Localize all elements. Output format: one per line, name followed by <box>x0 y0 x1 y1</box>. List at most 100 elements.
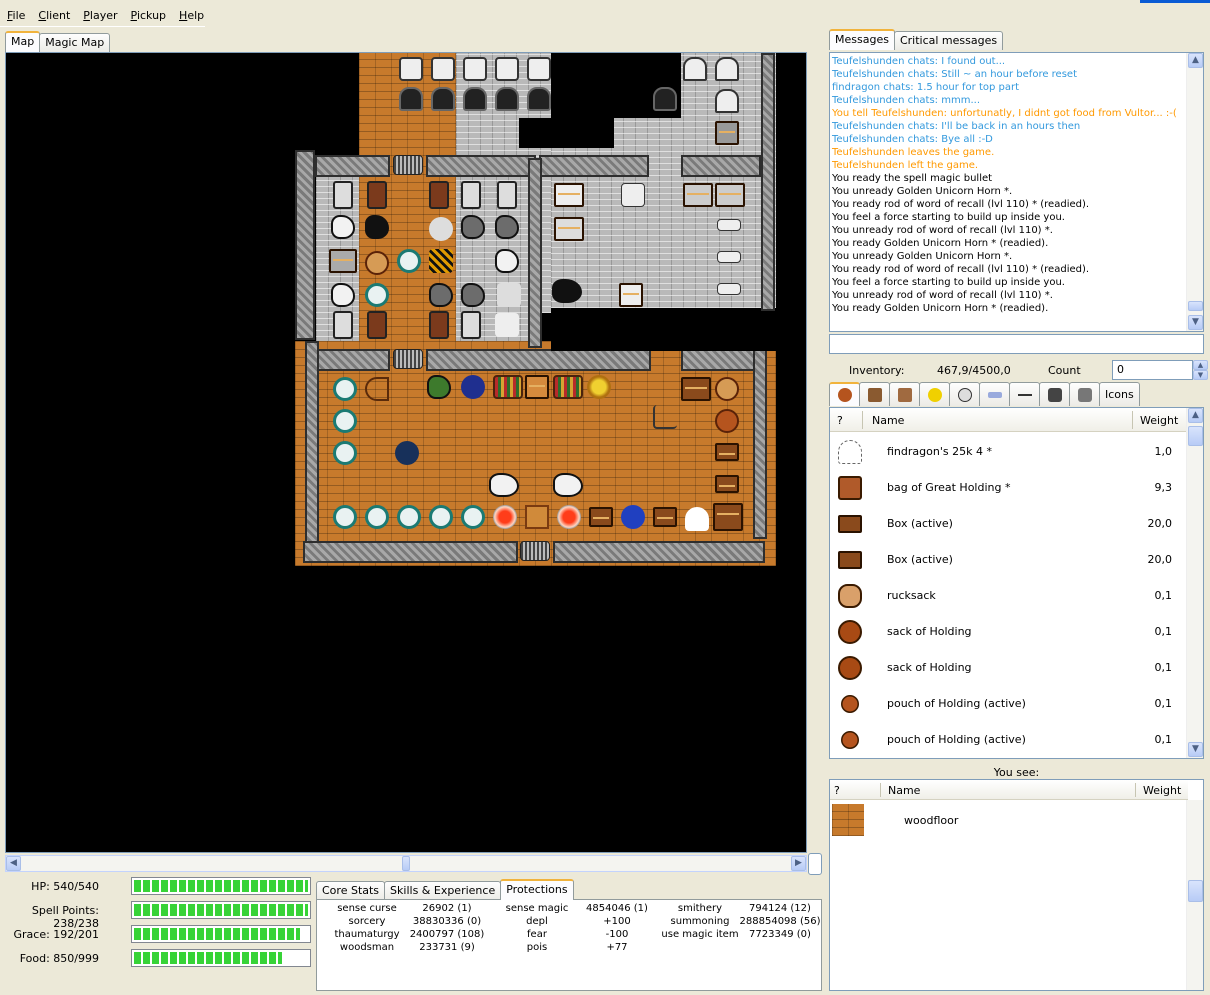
inventory-row[interactable]: Box (active) 20,0 <box>830 506 1188 542</box>
white-dragon[interactable] <box>489 473 519 497</box>
chest[interactable] <box>681 377 711 401</box>
scroll-down-icon[interactable]: ▼ <box>1188 315 1203 330</box>
mirror[interactable] <box>365 505 389 529</box>
scroll-thumb[interactable] <box>1188 880 1203 902</box>
tab-protections[interactable]: Protections <box>500 879 574 900</box>
biscuit[interactable] <box>365 251 389 275</box>
mirror[interactable] <box>333 409 357 433</box>
tab-magic-map[interactable]: Magic Map <box>39 33 111 52</box>
bed[interactable] <box>461 311 481 339</box>
bed[interactable] <box>367 311 387 339</box>
scroll-right-icon[interactable]: ▶ <box>791 856 806 871</box>
tab-messages[interactable]: Messages <box>829 29 895 50</box>
scroll-sign[interactable] <box>431 57 455 81</box>
white-dragon[interactable] <box>553 473 583 497</box>
blue-serpent[interactable] <box>621 505 645 529</box>
skull-sign[interactable] <box>399 57 423 81</box>
ground-list[interactable]: ? Name Weight woodfloor <box>829 779 1204 991</box>
bed[interactable] <box>429 181 449 209</box>
col-flag[interactable]: ? <box>837 414 843 427</box>
stone-chest[interactable] <box>715 121 739 145</box>
mirror[interactable] <box>397 249 421 273</box>
bed[interactable] <box>497 181 517 209</box>
menu-player[interactable]: Player <box>76 9 123 22</box>
biscuit[interactable] <box>715 377 739 401</box>
scroll-down-icon[interactable]: ▼ <box>1188 742 1203 757</box>
col-weight[interactable]: Weight <box>1143 784 1181 797</box>
filter-unapplied-tab[interactable] <box>889 382 920 406</box>
ground-row[interactable]: woodfloor <box>830 802 1188 838</box>
inventory-list[interactable]: ? Name Weight findragon's 25k 4 * 1,0 bag … <box>829 407 1204 759</box>
stone-chest[interactable] <box>554 217 584 241</box>
inventory-row[interactable]: rucksack 0,1 <box>830 578 1188 614</box>
filter-nonmagical-tab[interactable] <box>1009 382 1040 406</box>
tab-map[interactable]: Map <box>5 31 41 52</box>
statue[interactable] <box>463 87 487 111</box>
box[interactable] <box>653 507 677 527</box>
dragon[interactable] <box>429 283 453 307</box>
white-dragon[interactable] <box>331 215 355 239</box>
game-map[interactable] <box>5 52 807 853</box>
window-controls[interactable] <box>1140 0 1210 3</box>
statue[interactable] <box>495 87 519 111</box>
statue[interactable] <box>653 87 677 111</box>
white-dragon[interactable] <box>331 283 355 307</box>
bow[interactable] <box>365 377 389 401</box>
message-log[interactable]: Teufelshunden chats: I found out... Teufe… <box>829 52 1204 332</box>
bed[interactable] <box>461 181 481 209</box>
col-weight[interactable]: Weight <box>1140 414 1178 427</box>
bed[interactable] <box>429 311 449 339</box>
honeycomb[interactable] <box>429 249 453 273</box>
fire-altar[interactable] <box>493 505 517 529</box>
inventory-row[interactable]: pouch of Holding (active) 0,1 <box>830 686 1188 722</box>
statue[interactable] <box>399 87 423 111</box>
grate[interactable] <box>520 541 550 561</box>
scroll-up-icon[interactable]: ▲ <box>1188 408 1203 423</box>
menu-pickup[interactable]: Pickup <box>124 9 173 22</box>
ground-scrollbar[interactable] <box>1186 800 1203 990</box>
filter-locked-tab[interactable] <box>1039 382 1070 406</box>
count-input[interactable]: 0 <box>1112 360 1193 380</box>
dragon[interactable] <box>495 215 519 239</box>
sword[interactable] <box>497 283 521 307</box>
map-scroll-corner[interactable] <box>808 853 822 875</box>
stone-chest[interactable] <box>619 283 643 307</box>
col-name[interactable]: Name <box>872 414 904 427</box>
scroll-up-icon[interactable]: ▲ <box>1188 53 1203 68</box>
black-dragon[interactable] <box>552 279 582 303</box>
fire-altar[interactable] <box>557 505 581 529</box>
box[interactable] <box>589 507 613 527</box>
count-down-icon[interactable]: ▼ <box>1193 370 1208 380</box>
cabinet[interactable] <box>525 375 549 399</box>
bookshelf[interactable] <box>493 375 523 399</box>
box[interactable] <box>715 443 739 461</box>
trapdoor[interactable] <box>525 505 549 529</box>
scroll-thumb[interactable] <box>1188 301 1203 311</box>
inventory-row[interactable]: bag of Great Holding * 9,3 <box>830 470 1188 506</box>
pouch[interactable] <box>715 409 739 433</box>
menu-help[interactable]: Help <box>172 9 210 22</box>
inventory-row[interactable]: sack of Holding 0,1 <box>830 614 1188 650</box>
green-dragon[interactable] <box>427 375 451 399</box>
pearls[interactable] <box>429 217 453 241</box>
bench[interactable] <box>717 219 741 231</box>
golden-orb[interactable] <box>587 375 611 399</box>
bed[interactable] <box>367 181 387 209</box>
grate[interactable] <box>393 349 423 369</box>
dragon[interactable] <box>461 215 485 239</box>
stone-chest[interactable] <box>554 183 584 207</box>
inventory-scrollbar[interactable]: ▲ ▼ <box>1186 408 1203 758</box>
statue[interactable] <box>527 87 551 111</box>
map-sign[interactable] <box>527 57 551 81</box>
scroll-left-icon[interactable]: ◀ <box>6 856 21 871</box>
bench[interactable] <box>717 283 741 295</box>
message-scrollbar[interactable]: ▲ ▼ <box>1186 53 1203 331</box>
stone-chest[interactable] <box>715 183 745 207</box>
col-name[interactable]: Name <box>888 784 920 797</box>
tab-core-stats[interactable]: Core Stats <box>316 881 386 900</box>
scroll[interactable] <box>621 183 645 207</box>
tab-critical-messages[interactable]: Critical messages <box>893 31 1004 50</box>
count-up-icon[interactable]: ▲ <box>1193 360 1208 370</box>
inventory-row[interactable]: Box (active) 20,0 <box>830 542 1188 578</box>
bench[interactable] <box>717 251 741 263</box>
